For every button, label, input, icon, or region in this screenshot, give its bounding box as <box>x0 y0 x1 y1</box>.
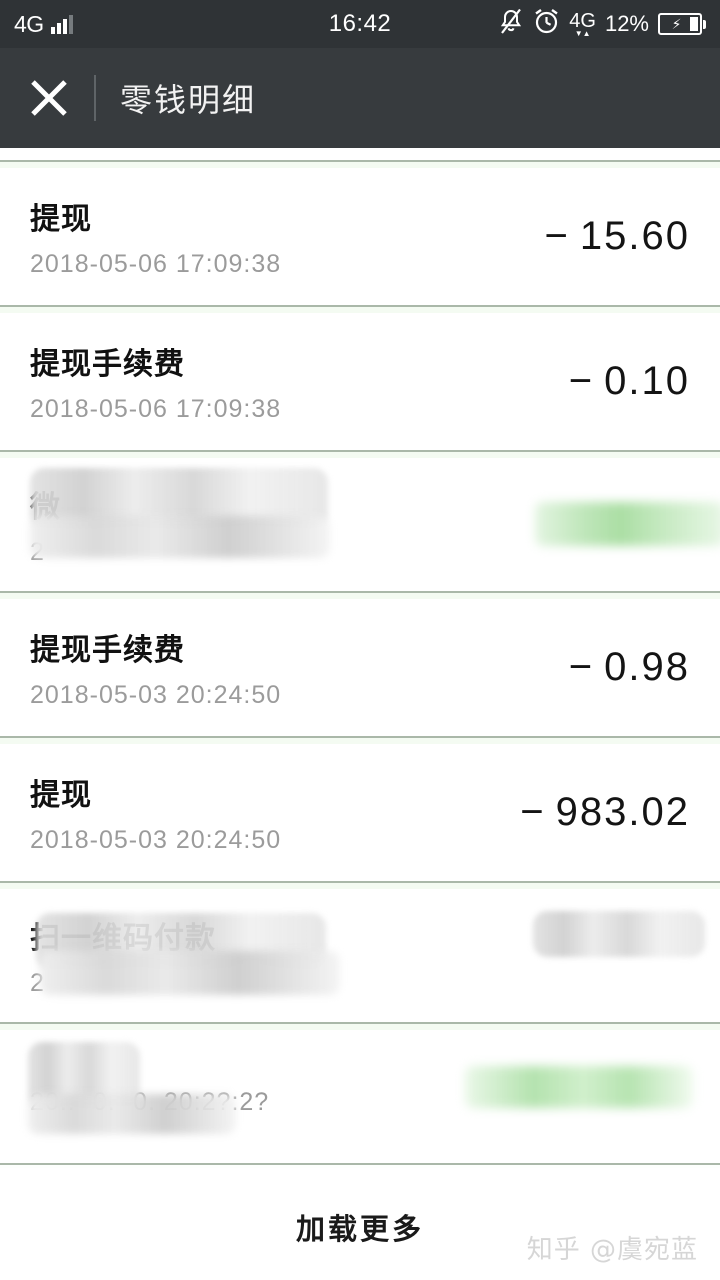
transaction-info: 微 2 <box>30 482 680 567</box>
transaction-title: 提现手续费 <box>30 633 185 668</box>
transaction-date: 2 <box>30 969 45 997</box>
data-network-label: 4G <box>569 9 596 32</box>
transaction-date: 2 <box>30 538 45 566</box>
status-bar: 4G 16:42 4G ▼▲ 12% ⚡ <box>0 0 720 48</box>
list-top-gap <box>0 148 720 160</box>
transaction-amount <box>680 502 690 547</box>
alarm-clock-icon <box>533 8 560 40</box>
transaction-info: 提现 2018-05-03 20:24:50 <box>30 770 520 855</box>
status-bar-right: 4G ▼▲ 12% ⚡ <box>498 8 706 41</box>
battery-charging-icon: ⚡ <box>658 13 706 35</box>
transaction-date: 20.. -0. -0. 20:2?:2? <box>30 1088 270 1116</box>
close-button[interactable] <box>14 75 84 121</box>
transaction-amount: −15.60 <box>545 214 690 259</box>
header-divider <box>94 75 96 121</box>
table-row[interactable]: 提现 2018-05-03 20:24:50 −983.02 <box>0 744 720 881</box>
transaction-info: 20.. -0. -0. 20:2?:2? <box>30 1076 680 1117</box>
data-network-icon: 4G ▼▲ <box>569 11 596 38</box>
transaction-amount <box>680 933 690 978</box>
table-row[interactable]: 提现手续费 2018-05-03 20:24:50 −0.98 <box>0 599 720 736</box>
transaction-date: 2018-05-06 17:09:38 <box>30 395 282 423</box>
amount-sign: − <box>568 645 595 689</box>
table-row[interactable]: 20.. -0. -0. 20:2?:2? <box>0 1030 720 1163</box>
transaction-date: 2018-05-06 17:09:38 <box>30 250 282 278</box>
amount-value: 0.98 <box>604 645 690 689</box>
transaction-title: 微 <box>30 490 61 525</box>
transaction-info: 提现 2018-05-06 17:09:38 <box>30 194 545 279</box>
battery-percent-label: 12% <box>604 11 649 36</box>
transaction-amount <box>680 1074 690 1119</box>
list-footer: 加载更多 知乎 @虞宛蓝 <box>0 1168 720 1280</box>
transaction-title: 提现 <box>30 202 92 237</box>
amount-sign: − <box>568 359 595 403</box>
transaction-amount: −983.02 <box>520 790 690 835</box>
app-header: 零钱明细 <box>0 48 720 148</box>
transaction-info: 扫一维码付款 2 <box>30 913 680 998</box>
transaction-info: 提现手续费 2018-05-03 20:24:50 <box>30 625 569 710</box>
close-icon <box>26 75 72 121</box>
transaction-title: 扫一维码付款 <box>30 921 216 956</box>
table-row[interactable]: 微 2 <box>0 458 720 591</box>
transaction-title: 提现手续费 <box>30 347 185 382</box>
transaction-info: 提现手续费 2018-05-06 17:09:38 <box>30 339 569 424</box>
transaction-date: 2018-05-03 20:24:50 <box>30 681 282 709</box>
amount-value: 0.10 <box>604 359 690 403</box>
data-arrows-label: ▼▲ <box>574 28 591 38</box>
zhihu-watermark: 知乎 @虞宛蓝 <box>526 1235 698 1265</box>
amount-sign: − <box>520 790 546 834</box>
list-divider <box>0 1163 720 1165</box>
transaction-amount: −0.10 <box>569 359 690 404</box>
amount-value: 983.02 <box>555 790 690 834</box>
network-type-label: 4G <box>14 10 44 37</box>
transaction-title: 提现 <box>30 778 92 813</box>
transaction-list[interactable]: 提现 2018-05-06 17:09:38 −15.60 提现手续费 2018… <box>0 148 720 1165</box>
table-row[interactable]: 提现手续费 2018-05-06 17:09:38 −0.10 <box>0 313 720 450</box>
signal-bars-icon <box>50 14 73 34</box>
table-row[interactable]: 扫一维码付款 2 <box>0 889 720 1022</box>
transaction-amount: −0.98 <box>569 645 690 690</box>
transaction-date: 2018-05-03 20:24:50 <box>30 826 282 854</box>
amount-value: 15.60 <box>579 214 690 258</box>
bell-muted-icon <box>498 8 524 41</box>
page-title: 零钱明细 <box>120 81 257 119</box>
table-row[interactable]: 提现 2018-05-06 17:09:38 −15.60 <box>0 168 720 305</box>
phone-screen: 4G 16:42 4G ▼▲ 12% ⚡ 零钱明细 提现 2018-05-06 … <box>0 0 720 1280</box>
status-bar-left: 4G <box>14 11 73 38</box>
amount-sign: − <box>544 214 570 258</box>
